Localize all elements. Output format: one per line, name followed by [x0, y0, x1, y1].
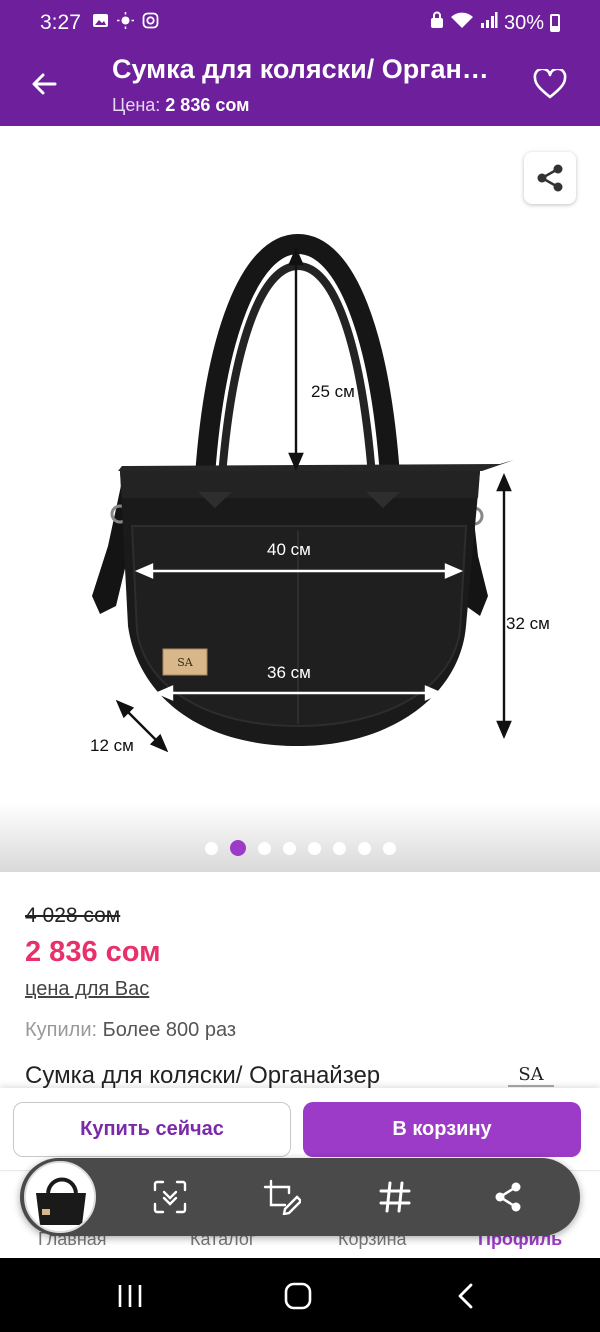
product-name: Сумка для коляски/ Органайзер — [25, 1062, 381, 1089]
product-image[interactable]: SA 25 см 40 см 36 см 32 см 12 см — [0, 126, 600, 826]
gallery-dot[interactable] — [382, 841, 396, 855]
gallery-dot[interactable] — [282, 841, 296, 855]
status-bar: 3:27 30% — [0, 0, 600, 44]
chevron-left-icon — [458, 1283, 473, 1309]
gallery-dot[interactable] — [204, 841, 218, 855]
signal-icon — [480, 11, 498, 35]
heart-icon — [533, 69, 567, 99]
status-notification-icons — [92, 12, 159, 29]
old-price: 4 028 сом — [25, 904, 121, 927]
back-nav-button[interactable] — [446, 1276, 486, 1316]
gallery-dot[interactable] — [257, 841, 271, 855]
edit-screenshot-button[interactable] — [262, 1177, 302, 1217]
brand-logo-text: SA — [518, 1064, 544, 1085]
scroll-capture-button[interactable] — [150, 1177, 190, 1217]
scroll-capture-icon — [153, 1180, 187, 1214]
share-icon — [537, 164, 563, 192]
instagram-icon — [142, 12, 159, 29]
recent-apps-icon — [118, 1285, 142, 1307]
purchase-count: Купили: Более 800 раз — [25, 1019, 236, 1042]
wifi-icon — [450, 11, 474, 35]
purchase-count-value: Более 800 раз — [102, 1019, 237, 1041]
battery-text: 30% — [503, 11, 544, 34]
hashtag-icon — [379, 1181, 411, 1213]
dimension-handle: 25 см — [311, 382, 355, 401]
recent-apps-button[interactable] — [110, 1276, 150, 1316]
brand-logo[interactable]: SA — [500, 1060, 562, 1090]
system-navigation-bar — [0, 1258, 600, 1332]
gallery-pagination[interactable] — [0, 840, 600, 856]
share-icon — [495, 1182, 521, 1212]
home-button[interactable] — [278, 1276, 318, 1316]
share-screenshot-button[interactable] — [488, 1177, 528, 1217]
dimension-depth: 12 см — [90, 736, 134, 755]
current-price: 2 836 сом — [25, 936, 161, 968]
dimension-width-top: 40 см — [267, 540, 311, 559]
screenshot-toolbar — [20, 1158, 580, 1236]
page-title: Сумка для коляски/ Органайзер — [112, 54, 497, 84]
arrow-left-icon — [32, 73, 57, 95]
add-to-cart-button[interactable]: В корзину — [303, 1102, 581, 1157]
battery-icon — [550, 14, 560, 32]
buy-now-button[interactable]: Купить сейчас — [13, 1102, 291, 1157]
dimension-height: 32 см — [506, 614, 550, 633]
crop-edit-icon — [263, 1179, 301, 1215]
share-button[interactable] — [524, 152, 576, 204]
lock-icon — [430, 11, 444, 35]
back-button[interactable] — [22, 62, 66, 106]
app-bar: Сумка для коляски/ Органайзер Цена: 2 83… — [0, 44, 600, 126]
home-icon — [284, 1282, 312, 1310]
gallery-dot-active[interactable] — [229, 840, 246, 856]
dimension-width-bottom: 36 см — [267, 663, 311, 682]
status-time: 3:27 — [40, 11, 81, 34]
gallery-icon — [92, 12, 109, 29]
header-price-value: 2 836 сом — [165, 95, 250, 115]
hashtag-button[interactable] — [375, 1177, 415, 1217]
status-right: 30% — [430, 11, 560, 35]
screenshot-thumbnail[interactable] — [24, 1161, 96, 1233]
favorite-button[interactable] — [528, 62, 572, 106]
sun-icon — [117, 12, 134, 29]
purchase-count-label: Купили: — [25, 1019, 98, 1041]
header-price: Цена: 2 836 сом — [112, 95, 249, 116]
header-price-label: Цена: — [112, 95, 161, 115]
gallery-dot[interactable] — [332, 841, 346, 855]
gallery-dot[interactable] — [307, 841, 321, 855]
product-gallery[interactable]: SA 25 см 40 см 36 см 32 см 12 см — [0, 126, 600, 872]
price-note-link[interactable]: цена для Вас — [25, 978, 149, 1001]
gallery-dot[interactable] — [357, 841, 371, 855]
bag-brand-tag: SA — [177, 656, 194, 669]
